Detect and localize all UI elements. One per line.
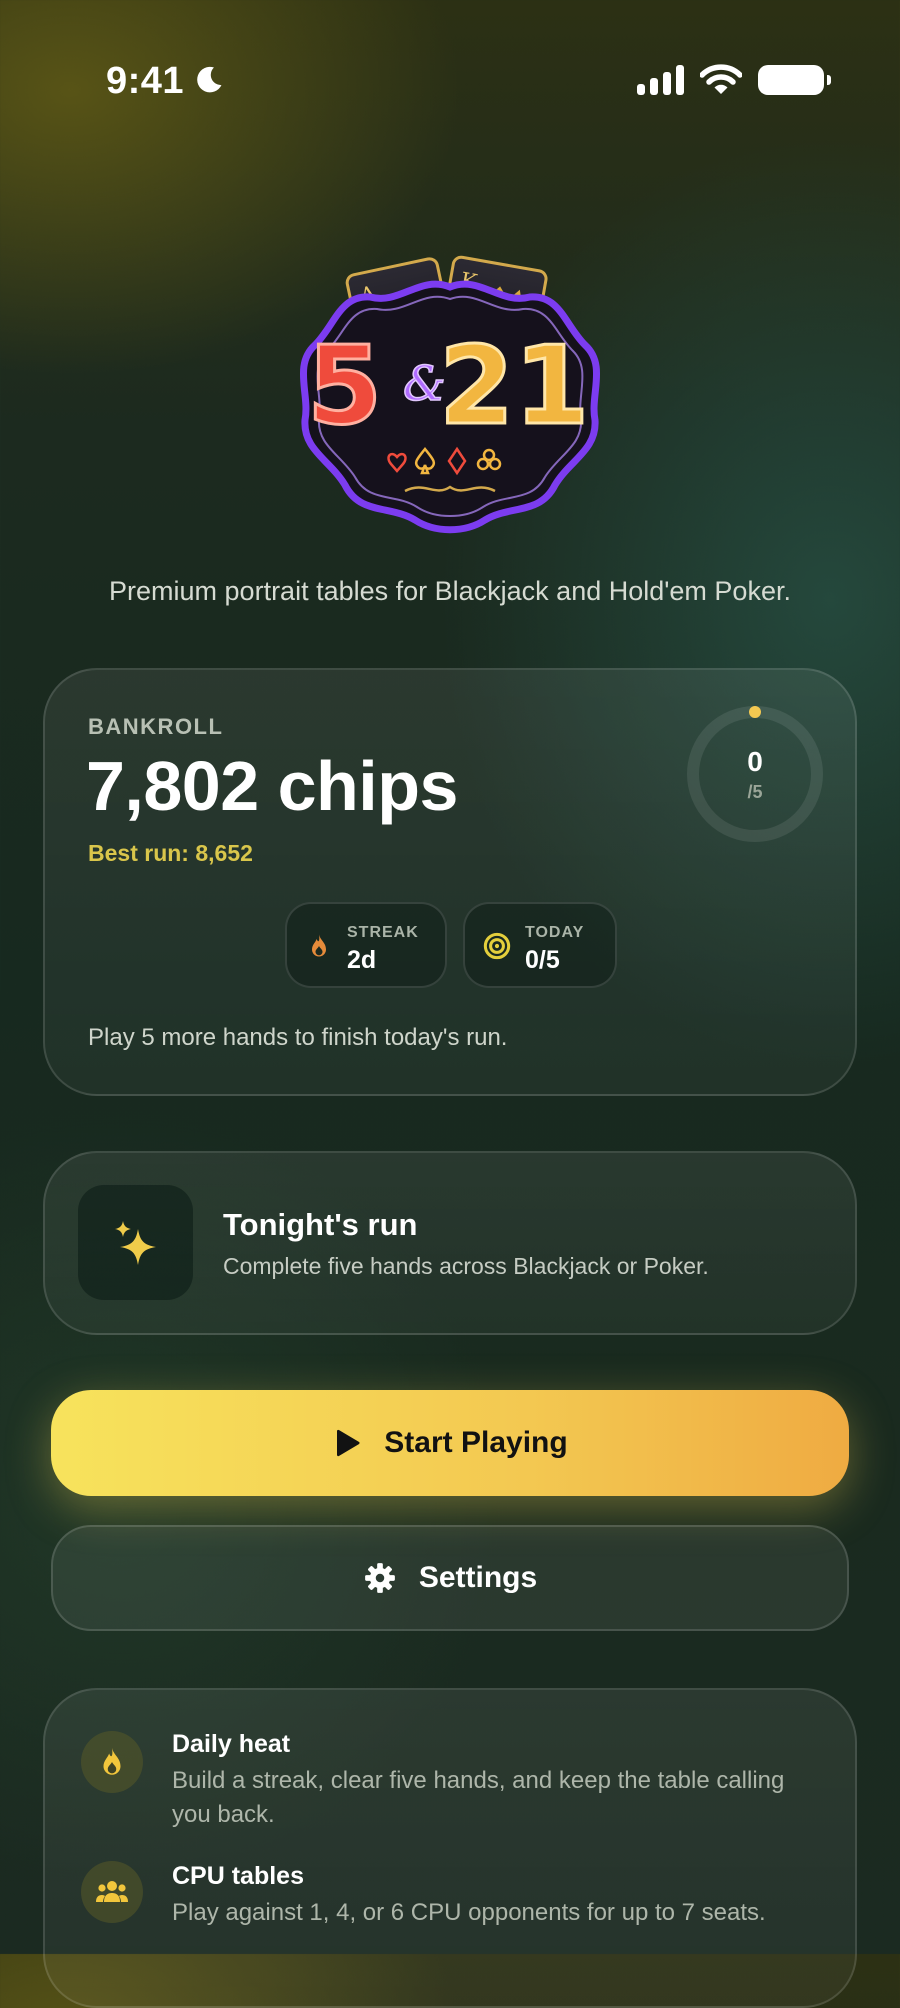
tonights-run-card[interactable]: Tonight's run Complete five hands across…: [43, 1151, 857, 1335]
flame-icon: [312, 934, 326, 957]
bankroll-value: 7,802 chips: [86, 747, 458, 825]
wifi-icon: [700, 64, 742, 94]
settings-button[interactable]: Settings: [51, 1525, 849, 1631]
flame-icon: [103, 1747, 121, 1775]
progress-total: /5: [747, 782, 763, 802]
bankroll-hint: Play 5 more hands to finish today's run.: [88, 1024, 508, 1051]
logo-five: 5: [307, 324, 382, 449]
feature-description: Play against 1, 4, or 6 CPU opponents fo…: [172, 1899, 766, 1926]
feature-title: CPU tables: [172, 1862, 304, 1890]
bankroll-label: BANKROLL: [88, 714, 224, 739]
status-time: 9:41: [106, 60, 185, 102]
play-icon: [337, 1429, 360, 1457]
best-run: Best run: 8,652: [88, 840, 253, 866]
start-playing-label: Start Playing: [384, 1426, 568, 1459]
app-logo: A K 5 & 21: [299, 255, 601, 534]
battery-icon: [758, 65, 831, 95]
logo-twenty-one: 21: [439, 324, 589, 449]
today-label: TODAY: [525, 924, 585, 941]
streak-label: STREAK: [347, 924, 419, 941]
progress-value: 0: [747, 746, 763, 777]
daily-heat-icon-badge: [81, 1731, 143, 1793]
tagline: Premium portrait tables for Blackjack an…: [109, 576, 791, 606]
bankroll-card: BANKROLL 7,802 chips Best run: 8,652 0 /…: [43, 668, 857, 1096]
streak-value: 2d: [347, 946, 377, 974]
status-icons: [637, 64, 831, 96]
streak-pill: STREAK 2d: [285, 902, 447, 988]
people-icon: [96, 1881, 128, 1902]
sparkle-icon: [115, 1221, 156, 1265]
settings-label: Settings: [418, 1561, 538, 1594]
start-playing-button[interactable]: Start Playing: [51, 1390, 849, 1496]
run-icon-box: [78, 1185, 193, 1300]
run-subtitle: Complete five hands across Blackjack or …: [223, 1253, 709, 1279]
today-pill: TODAY 0/5: [463, 902, 617, 988]
cellular-signal-icon: [637, 65, 684, 95]
moon-icon: [197, 66, 222, 93]
cpu-tables-icon-badge: [81, 1861, 143, 1923]
today-value: 0/5: [525, 946, 560, 974]
run-title: Tonight's run: [223, 1207, 418, 1242]
feature-description: Build a streak, clear five hands, and ke…: [172, 1767, 785, 1828]
feature-title: Daily heat: [172, 1730, 291, 1758]
features-card: Daily heat Build a streak, clear five ha…: [43, 1688, 857, 2008]
gear-icon: [364, 1563, 395, 1593]
target-icon: [483, 932, 511, 960]
status-bar: 9:41: [0, 0, 900, 165]
daily-progress-ring: 0 /5: [685, 704, 825, 844]
